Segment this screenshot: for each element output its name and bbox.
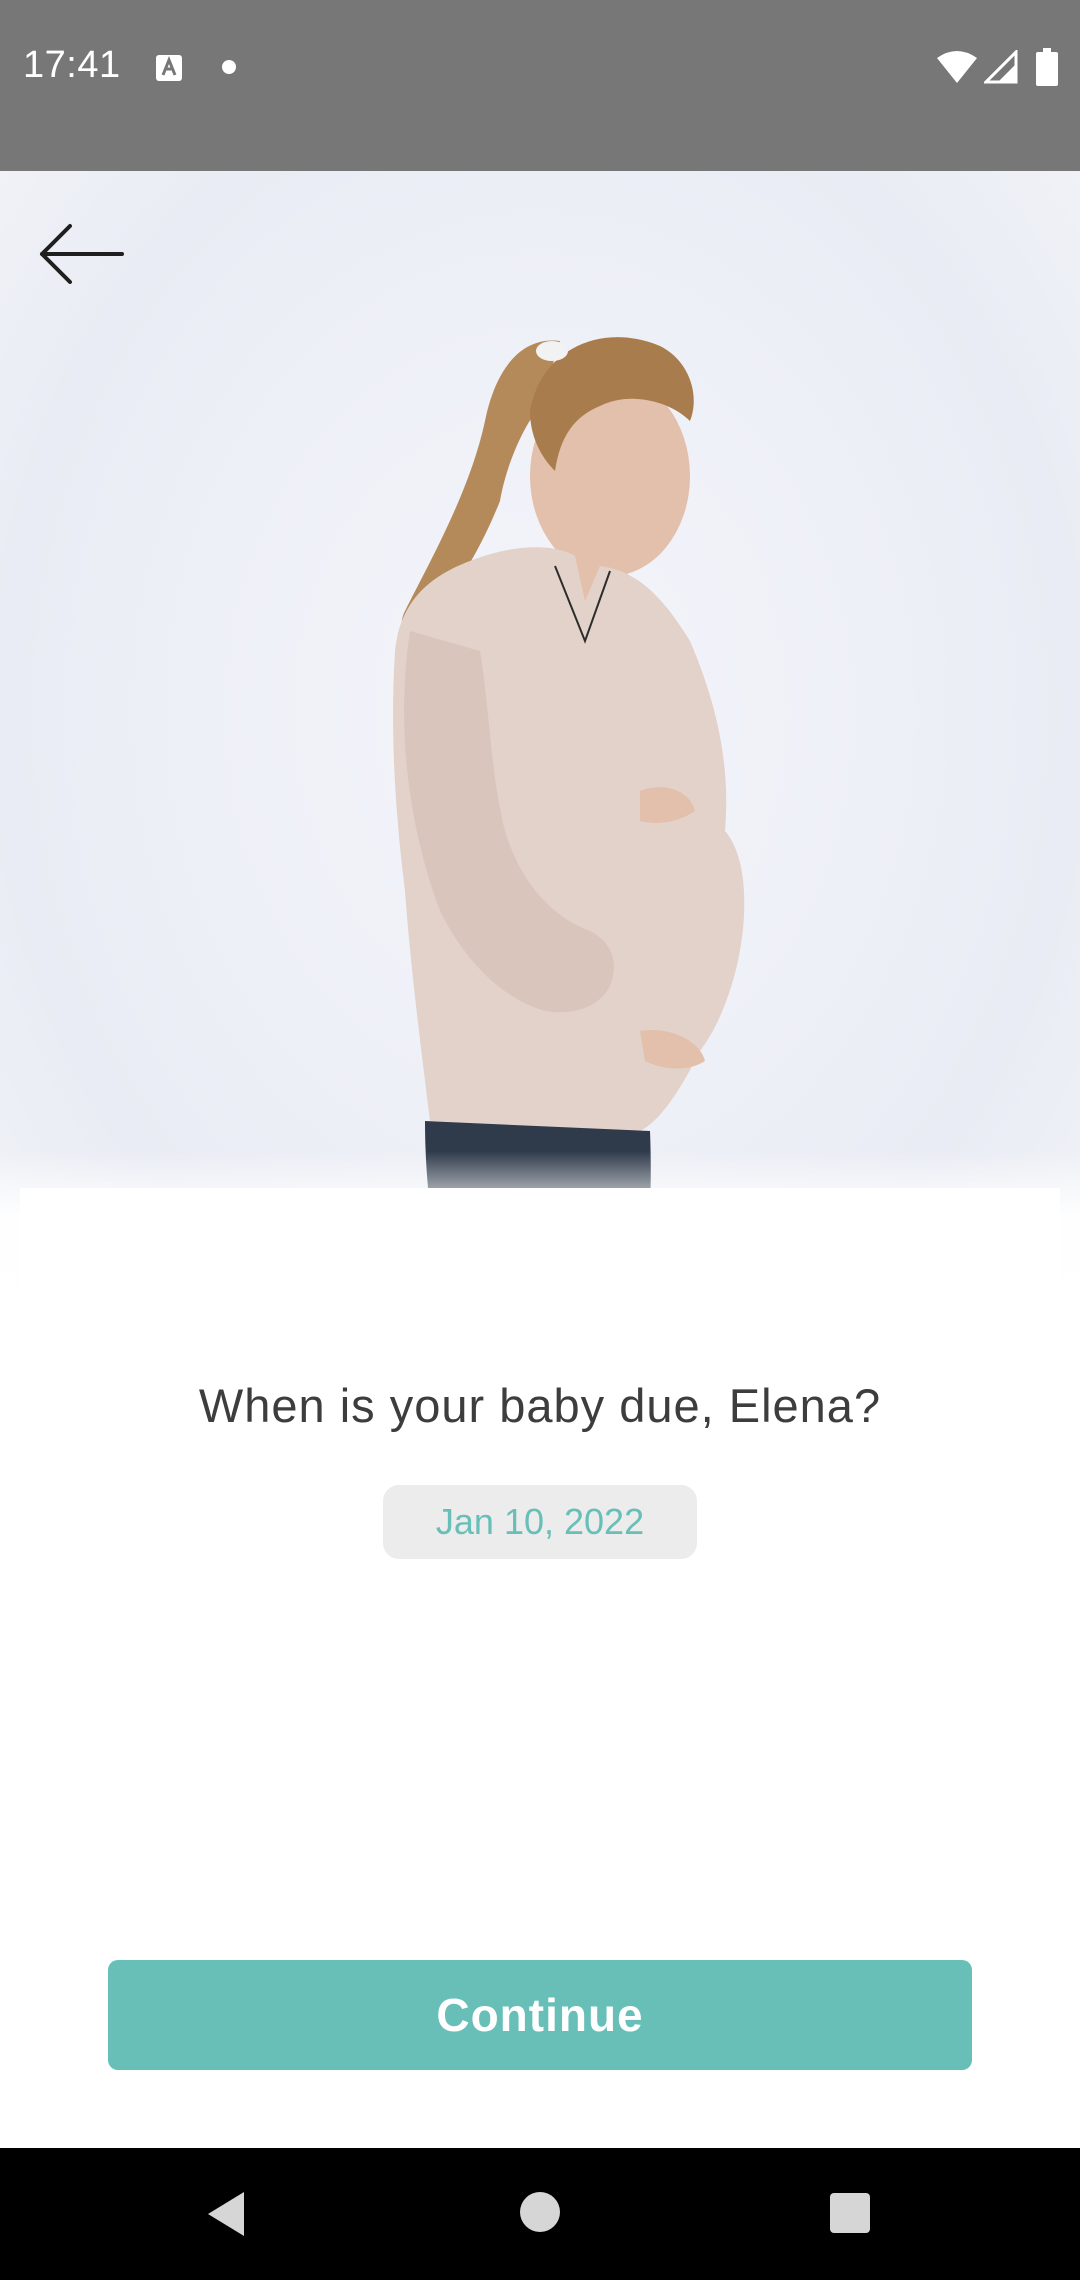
- battery-icon: [1036, 48, 1058, 86]
- navigation-bar: [0, 2148, 1080, 2280]
- arrow-left-icon: [40, 224, 124, 284]
- text-a-icon: [156, 55, 182, 81]
- due-date-question: When is your baby due, Elena?: [198, 1379, 882, 1432]
- hero-bottom-panel: [20, 1188, 1060, 1374]
- due-date-picker[interactable]: Jan 10, 2022: [383, 1485, 697, 1559]
- continue-button[interactable]: Continue: [108, 1960, 972, 2070]
- nav-recents-icon[interactable]: [830, 2193, 870, 2233]
- signal-icon: [984, 50, 1018, 84]
- status-time: 17:41: [23, 44, 121, 86]
- nav-back-icon[interactable]: [204, 2190, 248, 2238]
- wifi-icon: [937, 51, 977, 83]
- nav-home-icon[interactable]: [520, 2192, 560, 2232]
- dot-icon: [222, 60, 236, 74]
- hero-image: [0, 171, 1080, 1374]
- screen: 17:41 When is your baby due, Elena? Jan …: [0, 0, 1080, 2280]
- status-bar: 17:41: [0, 0, 1080, 171]
- back-button[interactable]: [32, 214, 132, 294]
